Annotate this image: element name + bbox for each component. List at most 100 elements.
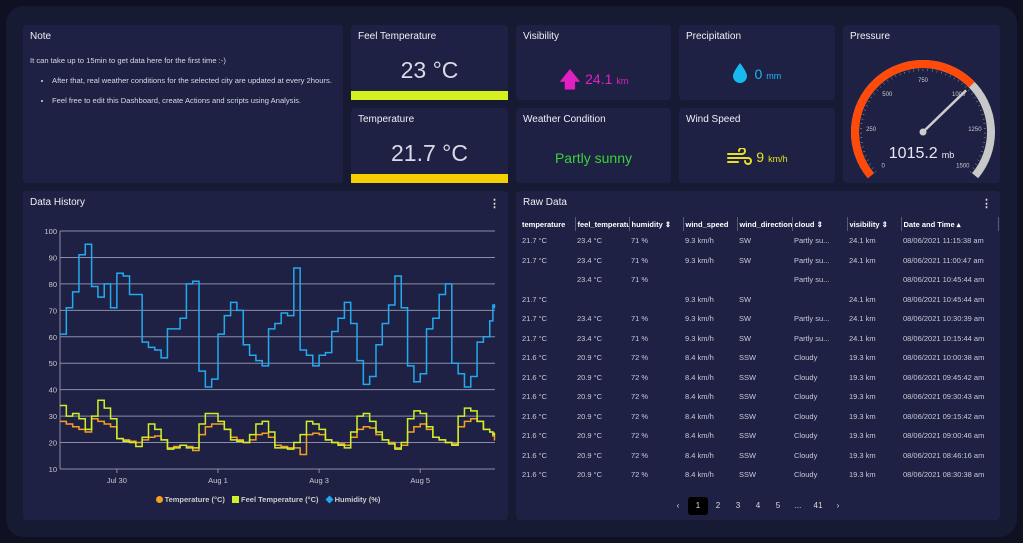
- legend-item-temperature[interactable]: Temperature (°C): [151, 495, 225, 504]
- card-title: Feel Temperature: [358, 31, 437, 42]
- table-row[interactable]: 21.6 °C 20.9 °C 72 % 8.4 km/h SSW Cloudy 19.3 …: [520, 426, 998, 446]
- table-cell: 20.9 °C: [577, 431, 603, 441]
- table-row[interactable]: 21.6 °C 20.9 °C 72 % 8.4 km/h SSW Cloudy 19.3 …: [520, 368, 998, 388]
- chart-legend: Temperature (°C) Feel Temperature (°C) H…: [23, 495, 508, 504]
- table-row[interactable]: 23.4 °C 71 % Partly su... 08/06/2021 10:45:…: [520, 270, 998, 290]
- table-cell: 21.7 °C: [522, 314, 548, 324]
- gauge-needle-hub: [919, 128, 927, 136]
- y-tick-label: 50: [49, 359, 57, 368]
- y-tick-label: 40: [49, 386, 57, 395]
- table-cell: 72 %: [631, 392, 649, 402]
- precipitation-card: Precipitation 0 mm: [679, 25, 835, 100]
- legend-item-humidity[interactable]: Humidity (%): [321, 495, 380, 504]
- table-cell: 08/06/2021 09:15:42 am: [903, 411, 985, 421]
- gauge-tick: [879, 86, 882, 88]
- table-row[interactable]: 21.7 °C 23.4 °C 71 % 9.3 km/h SW Partly su...…: [520, 251, 998, 271]
- visibility-card: Visibility 🡅 24.1 km: [516, 25, 671, 100]
- table-cell: Cloudy: [794, 431, 818, 441]
- card-title: Weather Condition: [523, 114, 606, 125]
- card-title: Precipitation: [686, 31, 742, 42]
- table-row[interactable]: 21.7 °C 23.4 °C 71 % 9.3 km/h SW Partly su...…: [520, 309, 998, 329]
- table-row[interactable]: 21.7 °C 23.4 °C 71 % 9.3 km/h SW Partly su...…: [520, 231, 998, 251]
- gauge-tick: [972, 167, 975, 169]
- wind-speed-unit: km/h: [768, 154, 788, 164]
- gauge-tick: [890, 77, 893, 80]
- page-button-1[interactable]: 1: [688, 497, 708, 515]
- raw-data-card: Raw Data ⋮ temperaturefeel_temperaturehu…: [516, 191, 1000, 520]
- table-cell: 23.4 °C: [577, 314, 603, 324]
- column-header[interactable]: wind_direction: [737, 217, 793, 231]
- table-cell: 21.6 °C: [522, 450, 548, 460]
- gauge-tick-label: 500: [882, 92, 893, 98]
- table-cell: 24.1 km: [849, 333, 876, 343]
- gauge-tick: [883, 82, 885, 85]
- table-cell: SSW: [739, 372, 757, 382]
- table-cell: 72 %: [631, 450, 649, 460]
- page-button-3[interactable]: 3: [728, 497, 748, 515]
- weather-condition-value: Partly sunny: [554, 150, 633, 166]
- wind-speed-value: 9: [756, 149, 765, 165]
- table-row[interactable]: 21.6 °C 20.9 °C 72 % 8.4 km/h SSW Cloudy 19.3 …: [520, 407, 998, 427]
- table-cell: 8.4 km/h: [685, 470, 714, 480]
- next-page-button[interactable]: ›: [828, 497, 848, 515]
- precipitation-unit: mm: [766, 71, 782, 81]
- table-cell: 24.1 km: [849, 314, 876, 324]
- table-cell: 20.9 °C: [577, 392, 603, 402]
- column-header[interactable]: humidity ⇕: [629, 217, 684, 231]
- page-button-ellipsis[interactable]: ...: [788, 497, 808, 515]
- table-cell: 08/06/2021 08:30:38 am: [903, 470, 985, 480]
- gauge-tick: [870, 96, 873, 99]
- table-cell: 08/06/2021 10:15:44 am: [903, 333, 985, 343]
- table-cell: SW: [739, 236, 752, 246]
- table-cell: 21.7 °C: [522, 255, 548, 265]
- table-cell: 19.3 km: [849, 392, 876, 402]
- column-header[interactable]: wind_speed: [683, 217, 738, 231]
- y-tick-label: 20: [49, 439, 57, 448]
- column-header[interactable]: feel_temperature: [575, 217, 630, 231]
- table-cell: 08/06/2021 11:00:47 am: [903, 255, 984, 265]
- table-cell: 08/06/2021 09:00:46 am: [903, 431, 985, 441]
- table-cell: Partly su...: [794, 333, 830, 343]
- table-row[interactable]: 21.7 °C 9.3 km/h SW 24.1 km 08/06/2021 10:45…: [520, 290, 998, 310]
- table-cell: 08/06/2021 11:15:38 am: [903, 236, 984, 246]
- gauge-tick: [869, 163, 872, 165]
- table-cell: SW: [739, 255, 752, 265]
- y-tick-label: 80: [49, 280, 57, 289]
- column-header[interactable]: Date and Time ▴: [901, 217, 999, 231]
- table-row[interactable]: 21.6 °C 20.9 °C 72 % 8.4 km/h SSW Cloudy 19.3 …: [520, 387, 998, 407]
- page-button-41[interactable]: 41: [808, 497, 828, 515]
- table-cell: 24.1 km: [849, 236, 876, 246]
- table-cell: Cloudy: [794, 372, 818, 382]
- table-cell: Partly su...: [794, 255, 830, 265]
- table-cell: 23.4 °C: [577, 236, 603, 246]
- table-cell: 08/06/2021 09:45:42 am: [903, 372, 985, 382]
- column-header[interactable]: visibility ⇕: [847, 217, 902, 231]
- prev-page-button[interactable]: ‹: [668, 497, 688, 515]
- table-cell: [575, 290, 629, 310]
- table-row[interactable]: 21.6 °C 20.9 °C 72 % 8.4 km/h SSW Cloudy 19.3 …: [520, 446, 998, 466]
- gauge-tick: [976, 100, 979, 103]
- table-cell: 21.7 °C: [522, 236, 548, 246]
- table-cell: 21.6 °C: [522, 411, 548, 421]
- pressure-value: 1015.2: [888, 145, 938, 162]
- table-row[interactable]: 21.6 °C 20.9 °C 72 % 8.4 km/h SSW Cloudy 19.3 …: [520, 465, 998, 485]
- more-options-icon[interactable]: ⋮: [981, 197, 992, 210]
- table-cell: 8.4 km/h: [685, 431, 714, 441]
- x-tick-label: Jul 30: [107, 476, 127, 485]
- page-button-4[interactable]: 4: [748, 497, 768, 515]
- column-header[interactable]: cloud ⇕: [792, 217, 848, 231]
- table-cell: Cloudy: [794, 450, 818, 460]
- page-button-5[interactable]: 5: [768, 497, 788, 515]
- table-cell: 08/06/2021 10:45:44 am: [903, 275, 985, 285]
- table-cell: 8.4 km/h: [685, 353, 714, 363]
- table-cell: 8.4 km/h: [685, 411, 714, 421]
- gauge-tick: [970, 93, 973, 95]
- table-row[interactable]: 21.6 °C 20.9 °C 72 % 8.4 km/h SSW Cloudy 19.3 …: [520, 348, 998, 368]
- table-cell: 9.3 km/h: [685, 236, 714, 246]
- water-drop-icon: [732, 63, 747, 83]
- column-header[interactable]: temperature: [520, 217, 576, 231]
- temperature-card: Temperature 21.7 °C: [351, 108, 508, 183]
- table-row[interactable]: 21.7 °C 23.4 °C 71 % 9.3 km/h SW Partly su...…: [520, 329, 998, 349]
- legend-item-feel-temperature[interactable]: Feel Temperature (°C): [227, 495, 319, 504]
- page-button-2[interactable]: 2: [708, 497, 728, 515]
